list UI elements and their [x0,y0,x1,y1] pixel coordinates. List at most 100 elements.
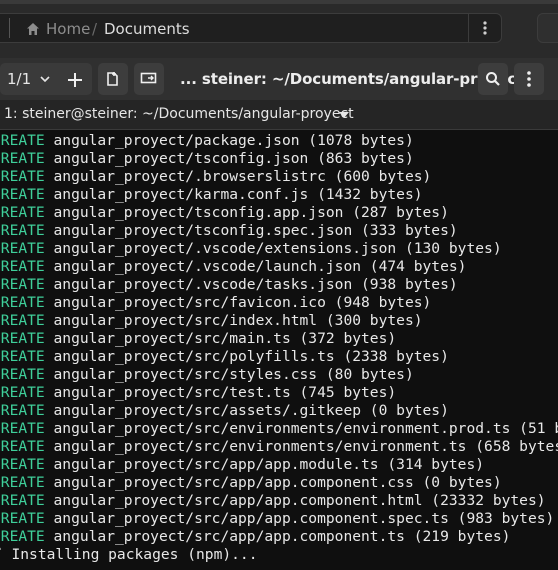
create-keyword: CREATE [0,150,45,167]
plus-icon[interactable] [66,71,84,89]
file-manager-header: Home / Documents [0,0,558,58]
create-keyword: CREATE [0,528,45,545]
output-line: CREATE angular_proyect/src/app/app.compo… [0,474,558,492]
terminal-output[interactable]: CREATE angular_proyect/package.json (107… [0,130,558,570]
breadcrumb-separator: / [92,20,98,38]
output-path: angular_proyect/src/environments/environ… [44,420,558,437]
output-path: angular_proyect/src/app/app.component.cs… [44,474,502,491]
window-top-strip [0,0,558,4]
create-keyword: CREATE [0,168,45,185]
output-line: CREATE angular_proyect/.vscode/extension… [0,240,558,258]
tab-counter: 1/1 [7,70,32,88]
create-keyword: CREATE [0,384,45,401]
output-line: CREATE angular_proyect/src/styles.css (8… [0,366,558,384]
create-keyword: CREATE [0,132,45,149]
output-path: angular_proyect/src/polyfills.ts (2338 b… [44,348,449,365]
create-keyword: CREATE [0,330,45,347]
create-keyword: CREATE [0,474,45,491]
terminal-headerbar: 1/1 ... steiner: ~/Documents/angular-pro… [0,58,558,100]
output-path: angular_proyect/src/app/app.component.sp… [44,510,555,527]
output-path: angular_proyect/src/assets/.gitkeep (0 b… [44,402,449,419]
output-path: angular_proyect/src/app/app.component.ht… [44,492,546,509]
create-keyword: CREATE [0,276,45,293]
kebab-menu-icon[interactable] [468,14,501,42]
output-line: CREATE angular_proyect/src/polyfills.ts … [0,348,558,366]
output-line: CREATE angular_proyect/src/environments/… [0,420,558,438]
breadcrumb-home[interactable]: Home [46,20,90,38]
output-line: CREATE angular_proyect/karma.conf.js (14… [0,186,558,204]
path-divider [9,18,10,38]
new-tab-button[interactable] [134,63,164,95]
tab-counter-button[interactable]: 1/1 [0,63,92,95]
terminal-tab-label: 1: steiner@steiner: ~/Documents/angular-… [4,106,354,122]
output-line: CREATE angular_proyect/src/main.ts (372 … [0,330,558,348]
output-line: CREATE angular_proyect/src/favicon.ico (… [0,294,558,312]
create-keyword: CREATE [0,240,45,257]
output-path: angular_proyect/karma.conf.js (1432 byte… [44,186,423,203]
terminal-tab[interactable]: 1: steiner@steiner: ~/Documents/angular-… [0,100,558,130]
output-line: CREATE angular_proyect/tsconfig.app.json… [0,204,558,222]
create-keyword: CREATE [0,456,45,473]
output-path: angular_proyect/src/favicon.ico (948 byt… [44,294,432,311]
create-keyword: CREATE [0,510,45,527]
new-tab-icon [140,72,158,86]
output-path: angular_proyect/src/app/app.component.ts… [44,528,511,545]
status-line: ⠏ Installing packages (npm)... [0,546,558,564]
search-button[interactable] [478,63,508,95]
output-path: angular_proyect/tsconfig.spec.json (333 … [44,222,458,239]
output-path: angular_proyect/src/styles.css (80 bytes… [44,366,414,383]
output-line: CREATE angular_proyect/src/app/app.compo… [0,528,558,546]
menu-button[interactable] [514,63,544,95]
output-line: CREATE angular_proyect/src/app/app.compo… [0,510,558,528]
create-keyword: CREATE [0,204,45,221]
output-path: angular_proyect/src/test.ts (745 bytes) [44,384,397,401]
output-path: angular_proyect/.vscode/extensions.json … [44,240,502,257]
output-line: CREATE angular_proyect/.vscode/tasks.jso… [0,276,558,294]
create-keyword: CREATE [0,222,45,239]
create-keyword: CREATE [0,348,45,365]
output-line: CREATE angular_proyect/src/app/app.compo… [0,492,558,510]
output-line: CREATE angular_proyect/src/test.ts (745 … [0,384,558,402]
output-path: angular_proyect/src/main.ts (372 bytes) [44,330,397,347]
chevron-down-icon[interactable] [40,75,50,83]
output-path: angular_proyect/.vscode/launch.json (474… [44,258,467,275]
home-icon[interactable] [26,22,40,36]
output-lines: CREATE angular_proyect/package.json (107… [0,132,558,564]
search-icon [485,71,501,87]
create-keyword: CREATE [0,492,45,509]
path-bar[interactable]: Home / Documents [0,13,502,43]
menu-icon [521,68,537,90]
breadcrumb-documents[interactable]: Documents [104,20,190,38]
output-path: angular_proyect/tsconfig.json (863 bytes… [44,150,414,167]
output-line: CREATE angular_proyect/src/assets/.gitke… [0,402,558,420]
create-keyword: CREATE [0,312,45,329]
output-line: CREATE angular_proyect/.vscode/launch.js… [0,258,558,276]
create-keyword: CREATE [0,420,45,437]
create-keyword: CREATE [0,366,45,383]
new-window-icon [106,71,120,87]
output-line: CREATE angular_proyect/src/environments/… [0,438,558,456]
output-path: angular_proyect/.vscode/tasks.json (938 … [44,276,458,293]
new-window-button[interactable] [98,63,128,95]
create-keyword: CREATE [0,438,45,455]
tab-dropdown-icon[interactable] [339,112,349,118]
output-line: CREATE angular_proyect/package.json (107… [0,132,558,150]
output-line: CREATE angular_proyect/tsconfig.json (86… [0,150,558,168]
output-path: angular_proyect/package.json (1078 bytes… [44,132,414,149]
output-path: angular_proyect/src/app/app.module.ts (3… [44,456,485,473]
status-text: Installing packages (npm)... [2,546,258,563]
output-path: angular_proyect/src/environments/environ… [44,438,558,455]
create-keyword: CREATE [0,294,45,311]
create-keyword: CREATE [0,258,45,275]
output-path: angular_proyect/.browserslistrc (600 byt… [44,168,432,185]
file-manager-side-button[interactable] [537,13,558,43]
output-line: CREATE angular_proyect/tsconfig.spec.jso… [0,222,558,240]
output-path: angular_proyect/tsconfig.app.json (287 b… [44,204,449,221]
output-path: angular_proyect/src/index.html (300 byte… [44,312,423,329]
output-line: CREATE angular_proyect/.browserslistrc (… [0,168,558,186]
terminal-title: ... steiner: ~/Documents/angular-proyect [180,70,524,88]
output-line: CREATE angular_proyect/src/index.html (3… [0,312,558,330]
create-keyword: CREATE [0,186,45,203]
output-line: CREATE angular_proyect/src/app/app.modul… [0,456,558,474]
create-keyword: CREATE [0,402,45,419]
